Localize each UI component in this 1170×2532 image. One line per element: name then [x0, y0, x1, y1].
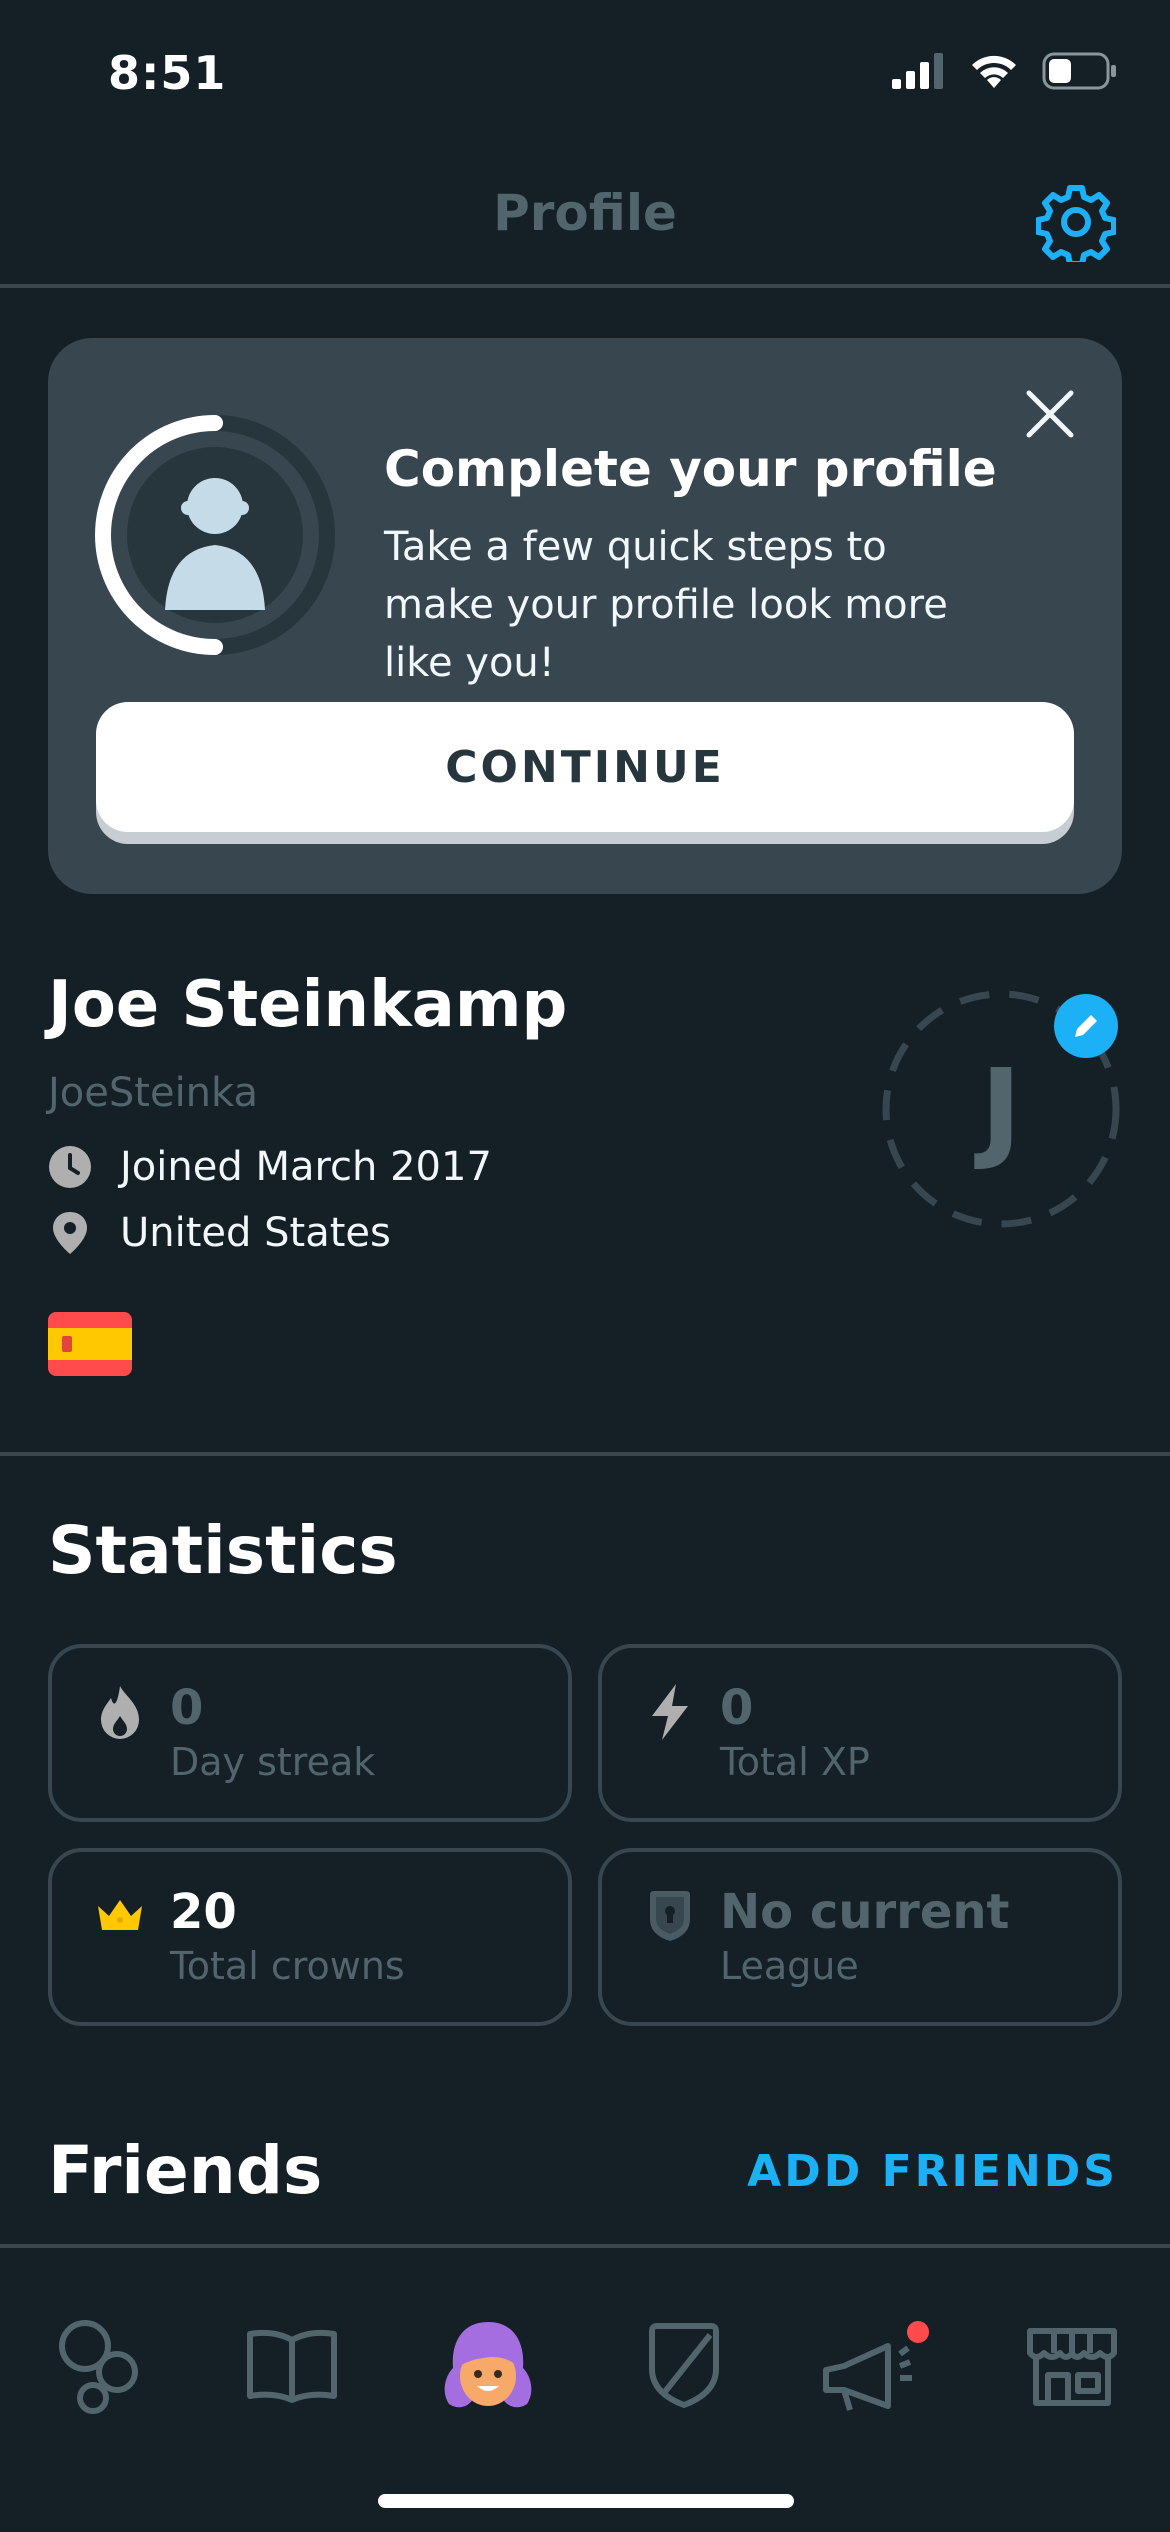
lightning-icon: [642, 1684, 698, 1740]
stat-label: Day streak: [170, 1740, 376, 1784]
profile-character-icon: [444, 2322, 532, 2408]
battery-icon: [1042, 52, 1116, 90]
close-icon: [1026, 390, 1074, 438]
joined-date: Joined March 2017: [120, 1144, 492, 1190]
joined-row: Joined March 2017: [48, 1144, 492, 1190]
stat-label: Total crowns: [170, 1944, 405, 1988]
shield-icon: [649, 2323, 719, 2408]
status-icons: [892, 52, 1118, 90]
signal-icon: [892, 53, 943, 89]
header-divider: [0, 284, 1170, 288]
location-row: United States: [48, 1210, 391, 1256]
location-pin-icon: [53, 1212, 87, 1254]
tab-profile[interactable]: [428, 2306, 548, 2426]
stat-label: League: [720, 1944, 859, 1988]
stat-label: Total XP: [720, 1740, 870, 1784]
continue-button[interactable]: CONTINUE: [96, 702, 1074, 832]
tabbar-divider: [0, 2244, 1170, 2248]
home-indicator: [378, 2494, 794, 2508]
friends-title: Friends: [48, 2132, 323, 2209]
notification-dot: [907, 2321, 929, 2343]
wifi-icon: [972, 55, 1016, 88]
megaphone-icon: [823, 2321, 929, 2411]
tab-learn[interactable]: [38, 2306, 158, 2426]
settings-button[interactable]: [1030, 176, 1122, 268]
pencil-icon: [1075, 1015, 1097, 1037]
tab-shop[interactable]: [1012, 2306, 1132, 2426]
username: JoeSteinka: [48, 1070, 258, 1116]
page-title: Profile: [493, 184, 677, 242]
stat-total-crowns: 20 Total crowns: [48, 1848, 572, 2026]
shop-icon: [1027, 2328, 1117, 2406]
tab-stories[interactable]: [232, 2306, 352, 2426]
user-location: United States: [120, 1210, 391, 1256]
card-description: Take a few quick steps to make your prof…: [384, 524, 948, 686]
close-card-button[interactable]: [1018, 382, 1082, 446]
gear-icon: [1036, 185, 1116, 262]
tab-news[interactable]: [818, 2306, 938, 2426]
book-icon: [247, 2329, 337, 2403]
user-name: Joe Steinkamp: [48, 968, 568, 1042]
clock-icon: [49, 1146, 91, 1188]
flame-icon: [92, 1684, 148, 1740]
stat-league: No current League: [598, 1848, 1122, 2026]
profile-progress-avatar: [90, 410, 340, 660]
crown-icon: [92, 1888, 148, 1944]
stat-value: 20: [170, 1884, 237, 1940]
learn-bubbles-icon: [59, 2320, 138, 2414]
stat-value: 0: [170, 1680, 204, 1736]
stat-value: 0: [720, 1680, 754, 1736]
status-time: 8:51: [108, 46, 227, 100]
stat-value: No current: [720, 1884, 1010, 1940]
edit-avatar-button[interactable]: [1054, 994, 1118, 1058]
section-divider: [0, 1452, 1170, 1456]
card-title: Complete your profile: [384, 440, 997, 498]
league-shield-icon: [642, 1888, 698, 1944]
add-friends-button[interactable]: ADD FRIENDS: [747, 2146, 1118, 2197]
tab-leaderboards[interactable]: [624, 2306, 744, 2426]
spain-flag-icon[interactable]: [48, 1312, 132, 1376]
statistics-title: Statistics: [48, 1512, 398, 1589]
stat-total-xp: 0 Total XP: [598, 1644, 1122, 1822]
stat-day-streak: 0 Day streak: [48, 1644, 572, 1822]
